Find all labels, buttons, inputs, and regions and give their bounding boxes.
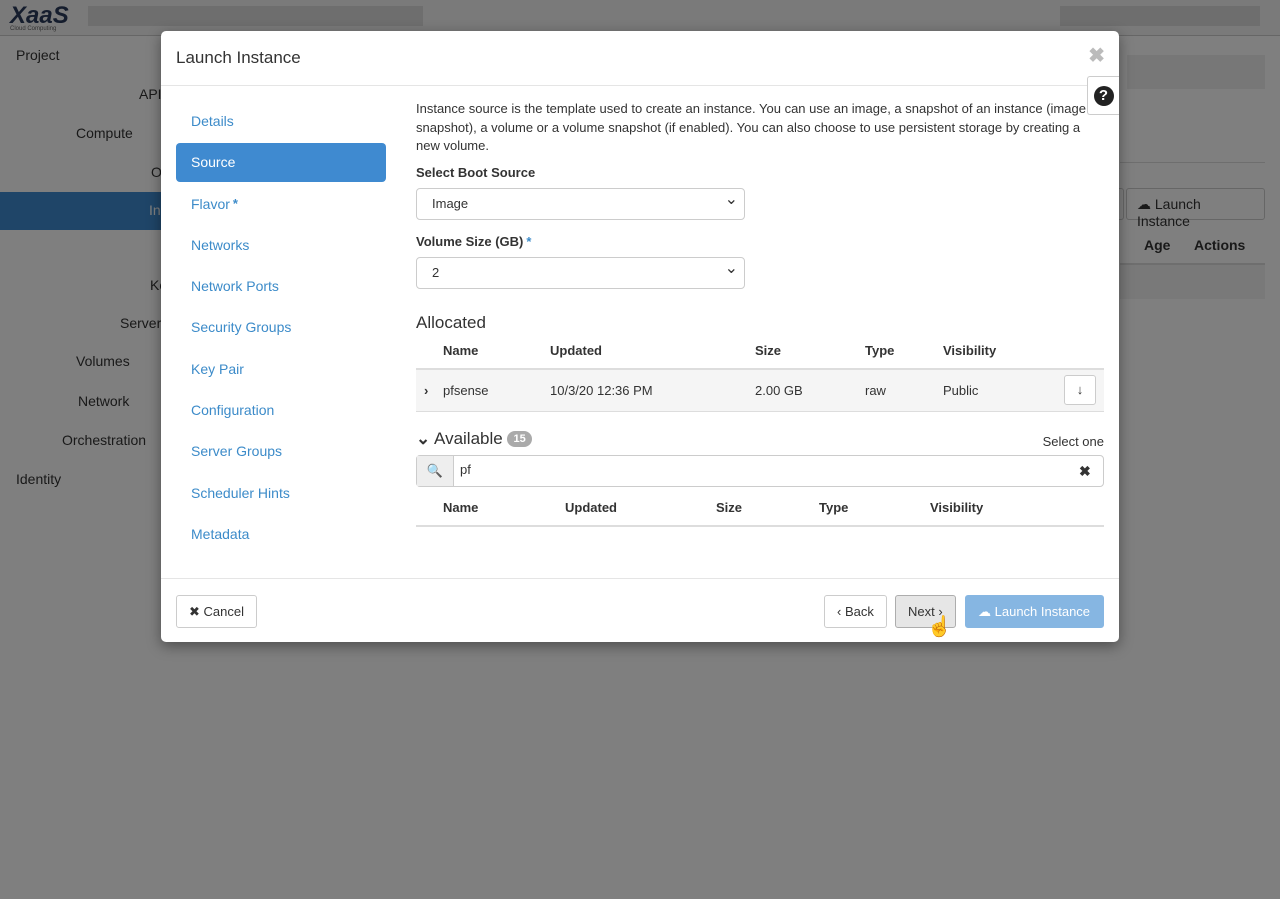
col-updated[interactable]: Updated [565,489,716,527]
cell-size: 2.00 GB [755,368,865,412]
nav-configuration[interactable]: Configuration [176,391,386,430]
available-search: 🔍 pf ✖ [416,454,1104,487]
nav-network-ports[interactable]: Network Ports [176,267,386,306]
nav-metadata[interactable]: Metadata [176,515,386,554]
chevron-down-icon: ⌄ [416,428,431,448]
deallocate-arrow-down-icon[interactable]: ↓ [1064,375,1096,405]
clear-search-icon[interactable]: ✖ [1079,456,1103,486]
launch-instance-button[interactable]: ☁ Launch Instance [965,595,1104,628]
col-type[interactable]: Type [865,332,943,370]
select-one-hint: Select one [1042,433,1104,449]
cell-name: pfsense [443,368,550,412]
cell-type: raw [865,368,943,412]
close-icon: ✖ [189,604,200,619]
available-header: ⌄ Available 15 Select one [416,429,1104,449]
col-updated[interactable]: Updated [550,332,755,370]
expand-chevron-icon[interactable]: › [416,368,443,412]
volume-size-label: Volume Size (GB) * [416,233,532,249]
cancel-button[interactable]: ✖ Cancel [176,595,257,628]
allocated-table: Name Updated Size Type Visibility › pfse… [416,332,1104,412]
nav-source[interactable]: Source [176,143,386,183]
available-table: Name Updated Size Type Visibility [416,489,1104,527]
col-name[interactable]: Name [443,489,565,527]
search-icon: 🔍 [417,455,454,486]
nav-networks[interactable]: Networks [176,226,386,265]
available-toggle[interactable]: ⌄ Available 15 [416,429,532,449]
col-type[interactable]: Type [819,489,930,527]
boot-source-label: Select Boot Source [416,164,536,180]
col-visibility[interactable]: Visibility [930,489,1104,527]
required-marker: * [232,195,238,211]
nav-security-groups[interactable]: Security Groups [176,308,386,347]
modal-footer: ✖ Cancel ‹ Back Next › ☁ Launch Instance [161,578,1119,642]
allocated-title: Allocated [416,312,486,332]
modal-title: Launch Instance [161,31,1119,86]
nav-key-pair[interactable]: Key Pair [176,350,386,389]
source-step: Instance source is the template used to … [416,100,1104,527]
cell-visibility: Public [943,368,1064,412]
cloud-upload-icon: ☁ [978,604,991,619]
volume-size-input[interactable]: 2 [416,256,745,289]
launch-instance-modal: Launch Instance ✖ ? Details Source Flavo… [161,31,1119,642]
hand-cursor-icon: ☝ [927,616,952,638]
col-visibility[interactable]: Visibility [943,332,1064,370]
nav-details[interactable]: Details [176,102,386,141]
nav-scheduler-hints[interactable]: Scheduler Hints [176,474,386,513]
wizard-nav: Details Source Flavor * Networks Network … [176,102,386,556]
cell-updated: 10/3/20 12:36 PM [550,368,755,412]
nav-flavor[interactable]: Flavor * [176,185,386,224]
close-icon[interactable]: ✖ [1088,43,1105,68]
search-input[interactable]: pf [454,456,1079,486]
col-name[interactable]: Name [443,332,550,370]
col-size[interactable]: Size [716,489,819,527]
source-description: Instance source is the template used to … [416,101,1086,153]
boot-source-select[interactable]: Image [416,187,745,220]
nav-server-groups[interactable]: Server Groups [176,432,386,471]
col-size[interactable]: Size [755,332,865,370]
available-count-badge: 15 [507,430,532,447]
back-button[interactable]: ‹ Back [824,595,887,628]
table-row: › pfsense 10/3/20 12:36 PM 2.00 GB raw P… [416,368,1104,412]
